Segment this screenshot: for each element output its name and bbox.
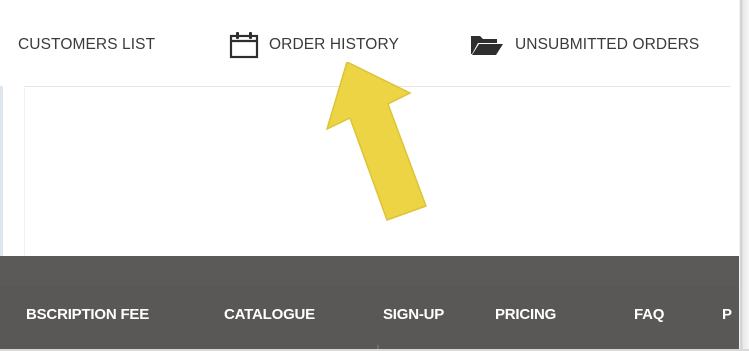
nav-order-history[interactable]: ORDER HISTORY [229,31,399,59]
calendar-icon [229,31,259,59]
nav-unsubmitted-orders[interactable]: UNSUBMITTED ORDERS [469,32,699,58]
menu-sign-up[interactable]: SIGN-UP [383,305,444,325]
menu-pricing[interactable]: PRICING [495,305,556,325]
frame-right-edge [739,0,749,351]
screenshot-frame: CUSTOMERS LIST ORDER HISTORY UNSUBMITTED… [0,0,749,351]
menu-subscription-fee[interactable]: BSCRIPTION FEE [26,305,149,325]
nav-unsubmitted-orders-label: UNSUBMITTED ORDERS [515,36,700,53]
nav-order-history-label: ORDER HISTORY [269,36,399,53]
nav-customers-list[interactable]: CUSTOMERS LIST [18,32,155,58]
menu-faq[interactable]: FAQ [634,305,664,325]
menu-partial-item[interactable]: P [722,305,732,325]
annotation-arrow [325,62,427,221]
menu-catalogue[interactable]: CATALOGUE [224,305,315,325]
nav-customers-list-label: CUSTOMERS LIST [18,36,156,53]
folder-open-icon [469,33,505,57]
